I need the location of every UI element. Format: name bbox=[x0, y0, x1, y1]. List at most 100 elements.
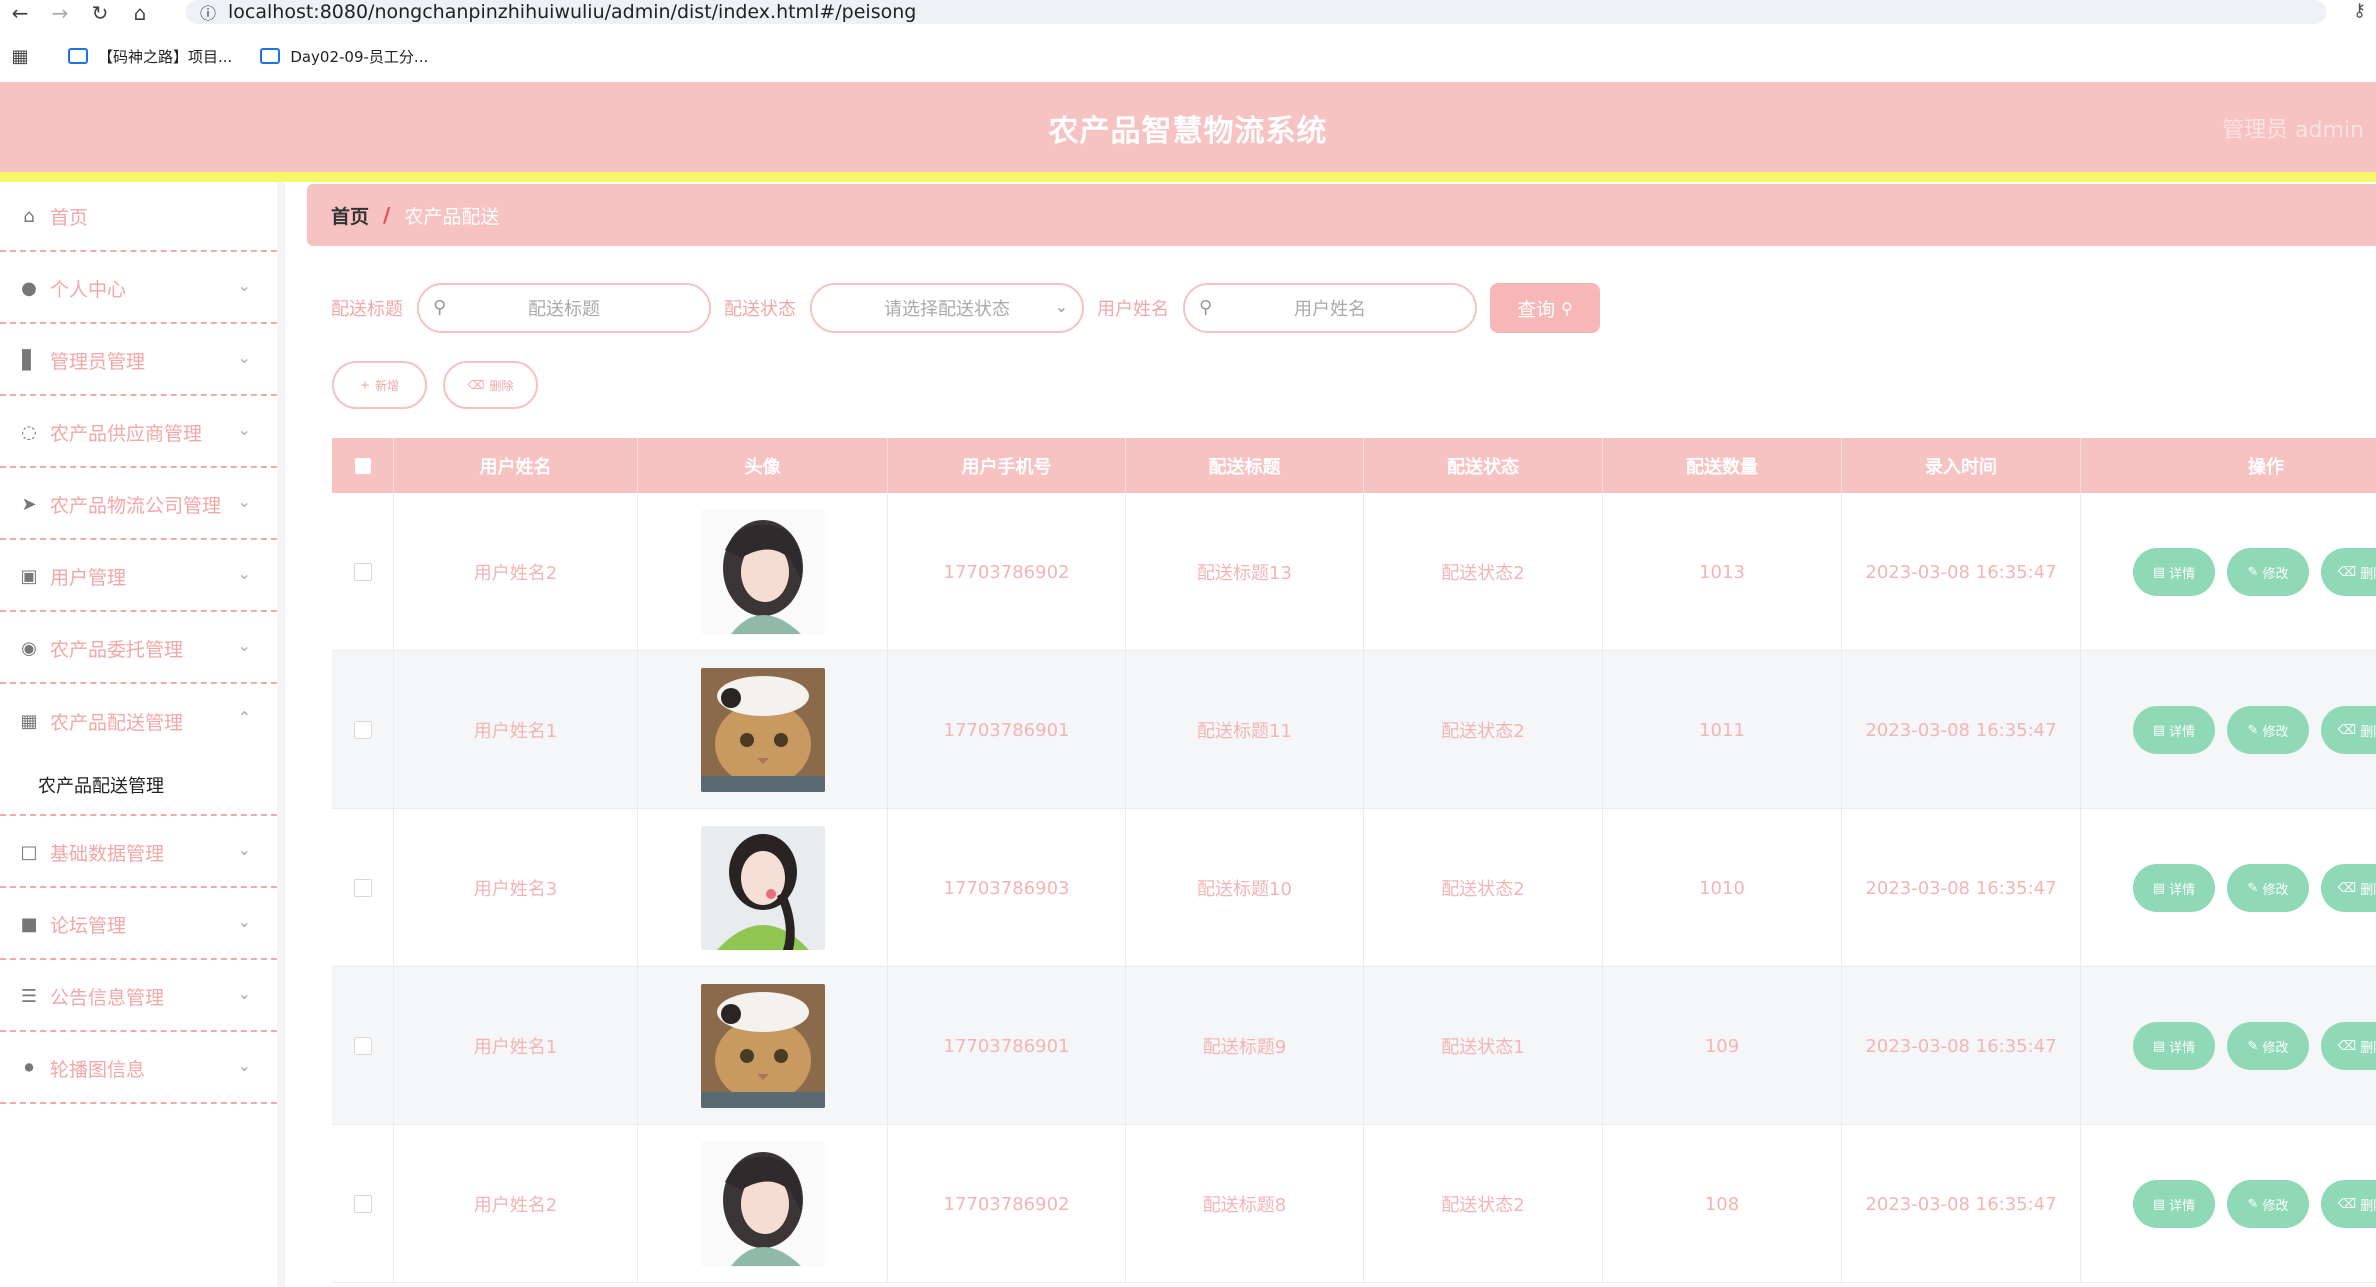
doc-icon: ▤ bbox=[2152, 1196, 2166, 1212]
doc-icon: ▤ bbox=[2152, 564, 2166, 580]
key-icon[interactable]: ⚷ bbox=[2353, 0, 2366, 21]
circle-icon: ◉ bbox=[21, 637, 37, 659]
row-delete-button[interactable]: ⌫删除 bbox=[2321, 548, 2376, 596]
sidebar-item-supplier[interactable]: ◌ 农产品供应商管理 ⌄ bbox=[0, 398, 277, 468]
trash-icon: ⌫ bbox=[2337, 564, 2357, 580]
breadcrumb-home[interactable]: 首页 bbox=[331, 202, 369, 229]
cell-avatar bbox=[638, 1125, 888, 1283]
query-button[interactable]: 查询 ⚲ bbox=[1490, 283, 1600, 333]
op-label: 删除 bbox=[2360, 724, 2376, 740]
detail-button[interactable]: ▤ 详情 bbox=[2133, 1180, 2215, 1228]
sidebar-item-carousel[interactable]: ⚫ 轮播图信息 ⌄ bbox=[0, 1034, 277, 1104]
edit-button[interactable]: ✎ 修改 bbox=[2227, 864, 2309, 912]
back-icon[interactable]: ← bbox=[0, 0, 40, 26]
sidebar-item-basic-data[interactable]: □ 基础数据管理 ⌄ bbox=[0, 818, 277, 888]
cell-operations: ▤详情✎修改⌫删除 bbox=[2081, 809, 2376, 967]
cell-select[interactable] bbox=[332, 1125, 394, 1283]
column-header: 配送状态 bbox=[1364, 438, 1603, 493]
edit-button[interactable]: ✎ 修改 bbox=[2227, 1022, 2309, 1070]
sidebar-item-label: 管理员管理 bbox=[50, 350, 146, 373]
sidebar-item-delivery[interactable]: ▦ 农产品配送管理 ⌃ bbox=[0, 686, 277, 756]
avatar bbox=[700, 510, 825, 634]
sidebar-item-admin[interactable]: ▋ 管理员管理 ⌄ bbox=[0, 326, 277, 396]
forward-icon[interactable]: → bbox=[40, 0, 80, 26]
cell-status: 配送状态1 bbox=[1364, 967, 1603, 1125]
bookmark-item[interactable]: Day02-09-员工分... bbox=[260, 46, 428, 67]
sidebar-subitem-delivery[interactable]: 农产品配送管理 bbox=[0, 756, 277, 816]
cell-select[interactable] bbox=[332, 493, 394, 651]
chevron-down-icon: ⌄ bbox=[237, 348, 251, 367]
sidebar-item-label: 农产品委托管理 bbox=[50, 638, 184, 661]
row-delete-button[interactable]: ⌫删除 bbox=[2321, 1180, 2376, 1228]
search-title-placeholder: 配送标题 bbox=[528, 299, 600, 320]
search-title-input[interactable]: ⚲ 配送标题 bbox=[417, 283, 711, 333]
row-checkbox[interactable] bbox=[353, 721, 372, 739]
sidebar-item-label: 农产品配送管理 bbox=[50, 711, 184, 734]
cell-quantity: 109 bbox=[1603, 967, 1842, 1125]
chevron-down-icon: ⌄ bbox=[1054, 297, 1068, 316]
cell-user-name: 用户姓名1 bbox=[394, 651, 638, 809]
sidebar-item-users[interactable]: ▣ 用户管理 ⌄ bbox=[0, 542, 277, 612]
cell-select[interactable] bbox=[332, 651, 394, 809]
row-checkbox[interactable] bbox=[353, 1037, 372, 1055]
row-checkbox[interactable] bbox=[353, 563, 372, 581]
sidebar-item-entrust[interactable]: ◉ 农产品委托管理 ⌄ bbox=[0, 614, 277, 684]
cell-title: 配送标题11 bbox=[1126, 651, 1364, 809]
sidebar-item-forum[interactable]: ■ 论坛管理 ⌄ bbox=[0, 890, 277, 960]
cell-user-name: 用户姓名2 bbox=[394, 1125, 638, 1283]
edit-button[interactable]: ✎ 修改 bbox=[2227, 706, 2309, 754]
op-label: 详情 bbox=[2169, 1040, 2196, 1056]
cell-title: 配送标题9 bbox=[1126, 967, 1364, 1125]
op-label: 修改 bbox=[2262, 724, 2289, 740]
detail-button[interactable]: ▤ 详情 bbox=[2133, 706, 2215, 754]
sidebar-item-label: 农产品供应商管理 bbox=[50, 422, 203, 445]
search-title-label: 配送标题 bbox=[331, 299, 403, 320]
chevron-up-icon: ⌃ bbox=[237, 708, 251, 727]
admin-label[interactable]: 管理员 admin bbox=[2222, 112, 2364, 144]
cell-select[interactable] bbox=[332, 967, 394, 1125]
row-delete-button[interactable]: ⌫删除 bbox=[2321, 1022, 2376, 1070]
row-checkbox[interactable] bbox=[353, 879, 372, 897]
op-label: 详情 bbox=[2169, 566, 2196, 582]
bookmark-item[interactable]: 【码神之路】项目... bbox=[68, 46, 232, 67]
crop-icon: □ bbox=[20, 841, 38, 863]
detail-button[interactable]: ▤ 详情 bbox=[2133, 548, 2215, 596]
apps-grid-icon[interactable]: ▦ bbox=[0, 46, 40, 67]
breadcrumb-current: 农产品配送 bbox=[404, 205, 500, 228]
app-title: 农产品智慧物流系统 bbox=[1048, 114, 1328, 149]
column-header: 用户姓名 bbox=[394, 438, 638, 493]
edit-button[interactable]: ✎ 修改 bbox=[2227, 1180, 2309, 1228]
row-delete-button[interactable]: ⌫删除 bbox=[2321, 864, 2376, 912]
url-text: localhost:8080/nongchanpinzhihuiwuliu/ad… bbox=[228, 1, 917, 23]
sidebar-item-notice[interactable]: ☰ 公告信息管理 ⌄ bbox=[0, 962, 277, 1032]
row-checkbox[interactable] bbox=[353, 1195, 372, 1213]
reload-icon[interactable]: ↻ bbox=[80, 0, 120, 26]
row-delete-button[interactable]: ⌫删除 bbox=[2321, 706, 2376, 754]
cell-time: 2023-03-08 16:35:47 bbox=[1842, 967, 2081, 1125]
search-status-select[interactable]: 请选择配送状态 ⌄ bbox=[810, 283, 1084, 333]
address-bar[interactable]: ⓘ localhost:8080/nongchanpinzhihuiwuliu/… bbox=[186, 0, 2326, 24]
edit-icon: ✎ bbox=[2247, 564, 2259, 580]
home-browser-icon[interactable]: ⌂ bbox=[120, 0, 160, 26]
cell-select[interactable] bbox=[332, 809, 394, 967]
sidebar-item-home[interactable]: ⌂ 首页 bbox=[0, 182, 277, 252]
header-select-all[interactable] bbox=[332, 438, 394, 493]
chevron-down-icon: ⌄ bbox=[237, 1056, 251, 1075]
op-label: 详情 bbox=[2169, 724, 2196, 740]
cell-quantity: 108 bbox=[1603, 1125, 1842, 1283]
sidebar-item-profile[interactable]: ● 个人中心 ⌄ bbox=[0, 254, 277, 324]
detail-button[interactable]: ▤ 详情 bbox=[2133, 1022, 2215, 1070]
cell-status: 配送状态2 bbox=[1364, 1125, 1603, 1283]
doc-icon: ▤ bbox=[2152, 722, 2166, 738]
delete-button[interactable]: ⌫ 删除 bbox=[443, 361, 538, 409]
detail-button[interactable]: ▤ 详情 bbox=[2133, 864, 2215, 912]
breadcrumb-separator: / bbox=[383, 203, 391, 227]
search-user-input[interactable]: ⚲ 用户姓名 bbox=[1183, 283, 1477, 333]
site-info-icon[interactable]: ⓘ bbox=[200, 0, 216, 24]
chevron-down-icon: ⌄ bbox=[237, 912, 251, 931]
avatar bbox=[700, 826, 825, 950]
edit-button[interactable]: ✎ 修改 bbox=[2227, 548, 2309, 596]
sidebar-scrollbar[interactable] bbox=[277, 182, 285, 1287]
add-button[interactable]: + 新增 bbox=[332, 361, 427, 409]
sidebar-item-logistics[interactable]: ➤ 农产品物流公司管理 ⌄ bbox=[0, 470, 277, 540]
